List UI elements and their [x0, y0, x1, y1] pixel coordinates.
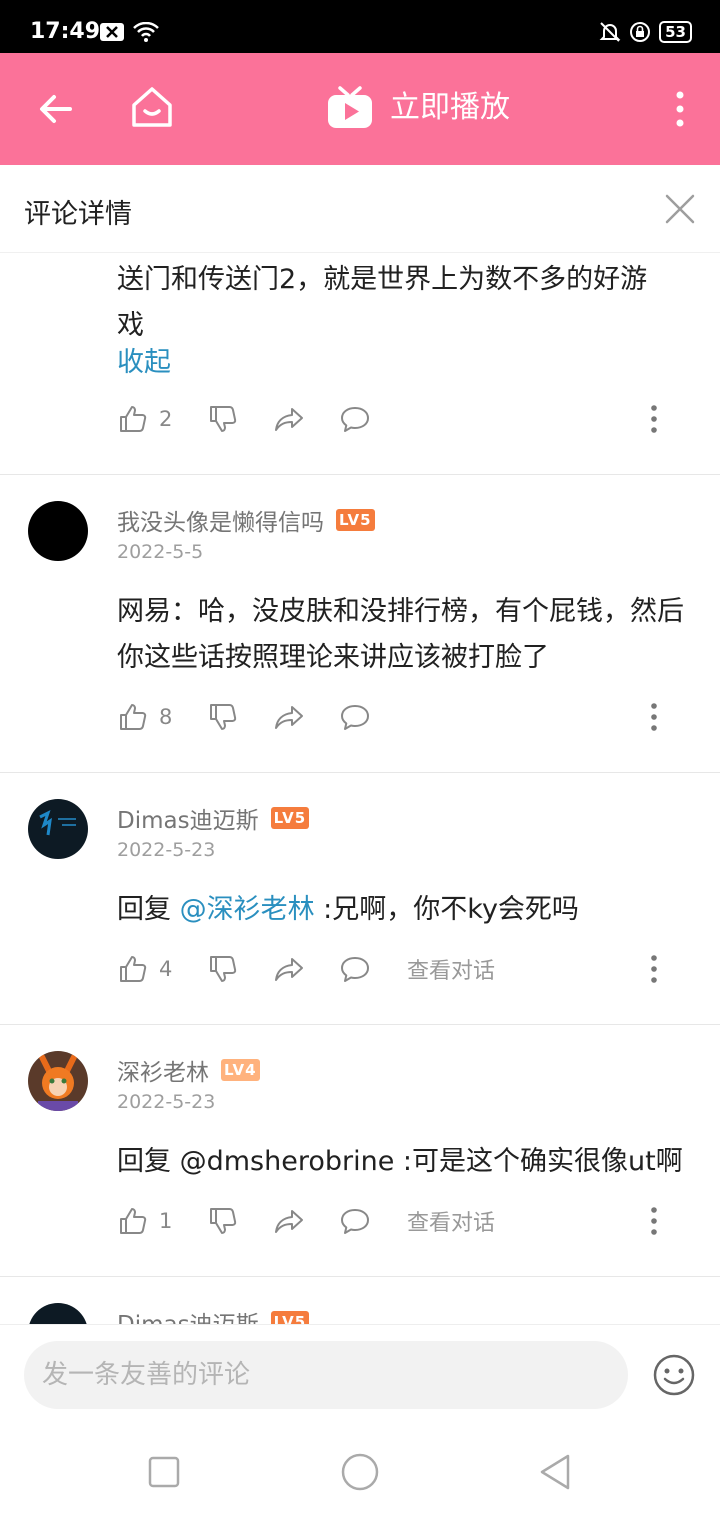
comment-actions: 4 查看对话	[117, 949, 677, 989]
like-count: 2	[159, 407, 173, 431]
comment-detail-title: 评论详情	[24, 199, 132, 230]
play-now-label: 立即播放	[390, 90, 510, 125]
more-vertical-icon[interactable]	[647, 701, 661, 733]
comment-icon[interactable]	[339, 701, 371, 733]
avatar[interactable]	[28, 1051, 88, 1111]
comment-input[interactable]	[24, 1341, 628, 1409]
comment-item: 我没头像是懒得信吗 LV5 2022-5-5 网易：哈，没皮肤和没排行榜，有个屁…	[0, 475, 720, 773]
battery-indicator: 53	[659, 21, 692, 43]
comment-username[interactable]: Dimas迪迈斯 LV5	[117, 1305, 310, 1324]
thumbs-down-icon[interactable]	[207, 701, 239, 733]
play-now-button[interactable]: 立即播放	[326, 83, 510, 133]
thumbs-up-icon[interactable]	[117, 953, 149, 985]
lock-rotation-icon	[630, 22, 651, 42]
comment-input-bar	[0, 1324, 720, 1424]
comment-text: 回复 @dmsherobrine :可是这个确实很像ut啊	[117, 1146, 683, 1177]
system-nav-bar	[0, 1424, 720, 1520]
comment-date: 2022-5-23	[117, 1091, 216, 1113]
collapse-link[interactable]: 收起	[117, 340, 171, 386]
thumbs-up-icon[interactable]	[117, 403, 149, 435]
level-badge: LV4	[221, 1059, 260, 1081]
like-count: 4	[159, 957, 173, 981]
recent-apps-icon[interactable]	[144, 1452, 184, 1492]
bell-off-icon	[599, 22, 621, 42]
thumbs-up-icon[interactable]	[117, 701, 149, 733]
share-icon[interactable]	[273, 1205, 305, 1237]
more-vertical-icon[interactable]	[647, 403, 661, 435]
thumbs-down-icon[interactable]	[207, 403, 239, 435]
comment-actions: 1 查看对话	[117, 1201, 677, 1241]
comment-item: 送门和传送门2，就是世界上为数不多的好游 戏 收起 2	[0, 253, 720, 475]
sim-off-icon	[100, 23, 124, 41]
comment-date: 2022-5-23	[117, 839, 216, 861]
level-badge: LV5	[270, 807, 310, 829]
comment-username[interactable]: 深衫老林 LV4	[117, 1053, 260, 1087]
avatar[interactable]	[28, 501, 88, 561]
comment-icon[interactable]	[339, 953, 371, 985]
share-icon[interactable]	[273, 701, 305, 733]
comment-text: 送门和传送门2，就是世界上为数不多的好游 戏	[117, 264, 648, 341]
comment-actions: 8	[117, 697, 677, 737]
comment-username[interactable]: 我没头像是懒得信吗 LV5	[117, 503, 375, 537]
share-icon[interactable]	[273, 403, 305, 435]
wifi-icon	[133, 22, 159, 42]
back-triangle-icon[interactable]	[536, 1452, 576, 1492]
view-conversation-link[interactable]: 查看对话	[407, 953, 495, 985]
play-tv-icon	[328, 86, 372, 128]
mention-link[interactable]: @dmsherobrine	[180, 1146, 395, 1177]
avatar[interactable]	[28, 1303, 88, 1324]
comment-item: Dimas迪迈斯 LV5 2022-5-23 回复 @深衫老林 :兄啊，你不ky…	[0, 773, 720, 1025]
comment-icon[interactable]	[339, 403, 371, 435]
comment-icon[interactable]	[339, 1205, 371, 1237]
comment-item: 深衫老林 LV4 2022-5-23 回复 @dmsherobrine :可是这…	[0, 1025, 720, 1277]
mention-link[interactable]: @深衫老林	[180, 894, 315, 925]
thumbs-down-icon[interactable]	[207, 953, 239, 985]
emoji-icon[interactable]	[652, 1353, 696, 1397]
like-count: 8	[159, 705, 173, 729]
status-time: 17:49	[30, 19, 101, 44]
more-vertical-icon[interactable]	[668, 89, 692, 129]
comment-list[interactable]: 送门和传送门2，就是世界上为数不多的好游 戏 收起 2 我没头像是懒得信吗 LV…	[0, 253, 720, 1324]
home-tv-icon[interactable]	[128, 83, 176, 131]
thumbs-up-icon[interactable]	[117, 1205, 149, 1237]
back-arrow-icon[interactable]	[36, 89, 76, 129]
more-vertical-icon[interactable]	[647, 1205, 661, 1237]
share-icon[interactable]	[273, 953, 305, 985]
thumbs-down-icon[interactable]	[207, 1205, 239, 1237]
app-bar: 立即播放	[0, 53, 720, 165]
comment-username[interactable]: Dimas迪迈斯 LV5	[117, 801, 310, 835]
comment-actions: 2	[117, 399, 677, 439]
avatar[interactable]	[28, 799, 88, 859]
close-icon[interactable]	[664, 193, 696, 225]
view-conversation-link[interactable]: 查看对话	[407, 1205, 495, 1237]
comment-text: 回复 @深衫老林 :兄啊，你不ky会死吗	[117, 894, 579, 925]
home-circle-icon[interactable]	[340, 1452, 380, 1492]
comment-detail-header: 评论详情	[0, 165, 720, 253]
comment-date: 2022-5-5	[117, 541, 204, 563]
level-badge: LV5	[336, 509, 375, 531]
like-count: 1	[159, 1209, 173, 1233]
comment-item: Dimas迪迈斯 LV5	[0, 1277, 720, 1324]
status-bar: 17:49 53	[0, 0, 720, 53]
level-badge: LV5	[270, 1311, 310, 1324]
comment-input-wrapper	[24, 1341, 628, 1409]
comment-text: 网易：哈，没皮肤和没排行榜，有个屁钱，然后你这些话按照理论来讲应该被打脸了	[117, 596, 684, 673]
more-vertical-icon[interactable]	[647, 953, 661, 985]
